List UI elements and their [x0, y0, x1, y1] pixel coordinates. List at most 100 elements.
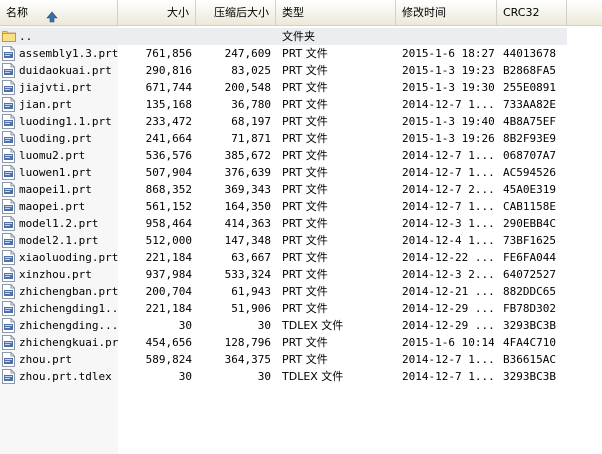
file-compressed-size: 128,796 — [224, 336, 271, 349]
file-row[interactable]: luoding1.1.prt 233,472 68,197 PRT 文件 2015-1-… — [0, 113, 602, 130]
file-name: model2.1.prt — [19, 234, 99, 247]
file-name-cell: maopei.prt — [2, 198, 118, 215]
file-name: xinzhou.prt — [19, 268, 92, 281]
file-name-cell: luomu2.prt — [2, 147, 118, 164]
file-row[interactable]: zhichengban.prt 200,704 61,943 PRT 文件 2014-1… — [0, 283, 602, 300]
file-type: PRT 文件 — [282, 149, 328, 162]
file-name: zhichengkuai.prt — [19, 336, 118, 349]
file-row[interactable]: assembly1.3.prt 761,856 247,609 PRT 文件 2015-… — [0, 45, 602, 62]
file-crc: 255E0891 — [503, 81, 556, 94]
file-icon — [2, 114, 15, 129]
file-icon — [2, 80, 15, 95]
file-crc: CAB1158E — [503, 200, 556, 213]
file-size: 233,472 — [145, 115, 192, 128]
file-type: PRT 文件 — [282, 268, 328, 281]
column-header-type[interactable]: 类型 — [276, 0, 396, 25]
file-name: maopei.prt — [19, 200, 86, 213]
file-name: jiajvti.prt — [19, 81, 92, 94]
file-row[interactable]: zhou.prt.tdlex 30 30 TDLEX 文件 2014-12-7 1...… — [0, 368, 602, 385]
file-compressed-size: 414,363 — [224, 217, 271, 230]
file-name-cell: model2.1.prt — [2, 232, 118, 249]
file-row[interactable]: maopei1.prt 868,352 369,343 PRT 文件 2014-12-7… — [0, 181, 602, 198]
file-name: zhou.prt — [19, 353, 72, 366]
file-modified: 2015-1-3 19:30 — [402, 81, 494, 94]
file-size: 868,352 — [145, 183, 192, 196]
file-name-cell: xinzhou.prt — [2, 266, 118, 283]
parent-folder-row[interactable]: .. 文件夹 — [0, 28, 567, 45]
file-crc: 3293BC3B — [503, 370, 556, 383]
file-row[interactable]: jian.prt 135,168 36,780 PRT 文件 2014-12-7 1..… — [0, 96, 602, 113]
file-compressed-size: 83,025 — [231, 64, 271, 77]
file-name: luoding1.1.prt — [19, 115, 112, 128]
file-compressed-size: 385,672 — [224, 149, 271, 162]
file-name-cell: zhou.prt.tdlex — [2, 368, 118, 385]
file-size: 937,984 — [145, 268, 192, 281]
file-modified: 2014-12-7 1... — [402, 149, 494, 162]
file-modified: 2014-12-22 ... — [402, 251, 494, 264]
column-header-name-label: 名称 — [6, 6, 28, 19]
file-name-cell: maopei1.prt — [2, 181, 118, 198]
column-header-crc-label: CRC32 — [503, 6, 540, 19]
file-crc: 733AA82E — [503, 98, 556, 111]
file-row[interactable]: zhichengkuai.prt 454,656 128,796 PRT 文件 2015… — [0, 334, 602, 351]
column-header-size[interactable]: 大小 — [118, 0, 196, 25]
file-type: PRT 文件 — [282, 336, 328, 349]
file-compressed-size: 247,609 — [224, 47, 271, 60]
file-compressed-size: 36,780 — [231, 98, 271, 111]
file-row[interactable]: luowen1.prt 507,904 376,639 PRT 文件 2014-12-7… — [0, 164, 602, 181]
file-modified: 2014-12-7 1... — [402, 166, 494, 179]
file-type: PRT 文件 — [282, 285, 328, 298]
file-row[interactable]: maopei.prt 561,152 164,350 PRT 文件 2014-12-7 … — [0, 198, 602, 215]
file-name-cell: luowen1.prt — [2, 164, 118, 181]
file-size: 761,856 — [145, 47, 192, 60]
column-header-compressed[interactable]: 压缩后大小 — [196, 0, 276, 25]
file-row[interactable]: model2.1.prt 512,000 147,348 PRT 文件 2014-12-… — [0, 232, 602, 249]
file-modified: 2014-12-7 1... — [402, 98, 494, 111]
column-header-name[interactable]: 名称 — [0, 0, 118, 25]
file-modified: 2014-12-4 1... — [402, 234, 494, 247]
file-row[interactable]: zhichengding.... 30 30 TDLEX 文件 2014-12-29 .… — [0, 317, 602, 334]
file-crc: B2868FA5 — [503, 64, 556, 77]
file-row[interactable]: zhou.prt 589,824 364,375 PRT 文件 2014-12-7 1.… — [0, 351, 602, 368]
file-name: jian.prt — [19, 98, 72, 111]
file-modified: 2014-12-7 2... — [402, 183, 494, 196]
file-size: 221,184 — [145, 302, 192, 315]
folder-icon — [2, 29, 16, 44]
file-icon — [2, 165, 15, 180]
file-type: PRT 文件 — [282, 81, 328, 94]
column-header-modified[interactable]: 修改时间 — [396, 0, 497, 25]
file-name: luowen1.prt — [19, 166, 92, 179]
file-modified: 2015-1-3 19:40 — [402, 115, 494, 128]
file-name: zhichengding1... — [19, 302, 118, 315]
file-row[interactable]: luomu2.prt 536,576 385,672 PRT 文件 2014-12-7 … — [0, 147, 602, 164]
file-compressed-size: 51,906 — [231, 302, 271, 315]
file-row[interactable]: duidaokuai.prt 290,816 83,025 PRT 文件 2015-1-… — [0, 62, 602, 79]
file-row[interactable]: zhichengding1... 221,184 51,906 PRT 文件 2014-… — [0, 300, 602, 317]
file-name: zhou.prt.tdlex — [19, 370, 112, 383]
file-row[interactable]: luoding.prt 241,664 71,871 PRT 文件 2015-1-3 1… — [0, 130, 602, 147]
column-header-type-label: 类型 — [282, 6, 304, 19]
file-crc: AC594526 — [503, 166, 556, 179]
parent-folder-type: 文件夹 — [282, 30, 315, 43]
file-crc: 4B8A75EF — [503, 115, 556, 128]
column-header-crc[interactable]: CRC32 — [497, 0, 567, 25]
file-row[interactable]: xinzhou.prt 937,984 533,324 PRT 文件 2014-12-3… — [0, 266, 602, 283]
file-modified: 2014-12-7 1... — [402, 370, 494, 383]
file-type: PRT 文件 — [282, 115, 328, 128]
file-icon — [2, 250, 15, 265]
archive-file-list: 名称 大小 压缩后大小 类型 修改时间 CRC32 .. 文件夹 assembl… — [0, 0, 602, 454]
file-type: PRT 文件 — [282, 166, 328, 179]
file-row[interactable]: xiaoluoding.prt 221,184 63,667 PRT 文件 2014-1… — [0, 249, 602, 266]
file-modified: 2014-12-7 1... — [402, 200, 494, 213]
file-crc: 64072527 — [503, 268, 556, 281]
file-size: 221,184 — [145, 251, 192, 264]
file-icon — [2, 199, 15, 214]
file-modified: 2015-1-6 10:14 — [402, 336, 494, 349]
file-name-cell: zhichengkuai.prt — [2, 334, 118, 351]
file-crc: B36615AC — [503, 353, 556, 366]
file-name-cell: xiaoluoding.prt — [2, 249, 118, 266]
file-modified: 2015-1-6 18:27 — [402, 47, 494, 60]
file-row[interactable]: model1.2.prt 958,464 414,363 PRT 文件 2014-12-… — [0, 215, 602, 232]
file-row[interactable]: jiajvti.prt 671,744 200,548 PRT 文件 2015-1-3 … — [0, 79, 602, 96]
column-header-size-label: 大小 — [167, 6, 189, 19]
